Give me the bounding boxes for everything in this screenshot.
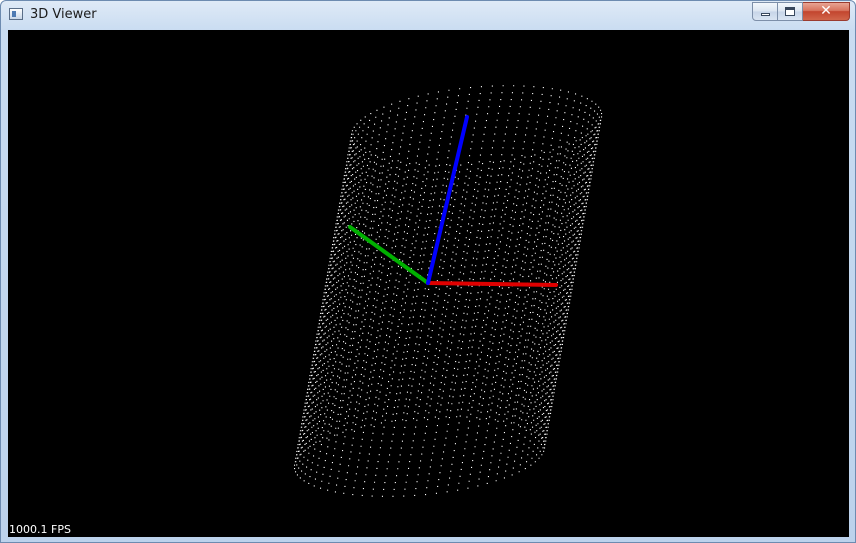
window-controls: ✕ (752, 2, 850, 21)
app-window: 3D Viewer ✕ 1000.1 FPS (0, 0, 856, 543)
y-axis (348, 225, 430, 285)
maximize-button[interactable] (778, 2, 803, 21)
title-bar[interactable]: 3D Viewer ✕ (1, 1, 855, 30)
maximize-icon (785, 7, 795, 16)
minimize-button[interactable] (752, 2, 778, 21)
coordinate-axes (348, 115, 558, 287)
point-cloud (294, 85, 603, 497)
app-icon (9, 8, 23, 20)
3d-scene[interactable] (8, 30, 849, 537)
window-title: 3D Viewer (30, 7, 97, 22)
close-icon: ✕ (820, 3, 832, 19)
3d-viewport[interactable]: 1000.1 FPS (8, 30, 849, 537)
point-cloud-points (294, 85, 603, 497)
x-axis (426, 281, 558, 287)
minimize-icon (761, 13, 770, 16)
fps-counter: 1000.1 FPS (9, 523, 71, 536)
close-button[interactable]: ✕ (803, 2, 850, 21)
